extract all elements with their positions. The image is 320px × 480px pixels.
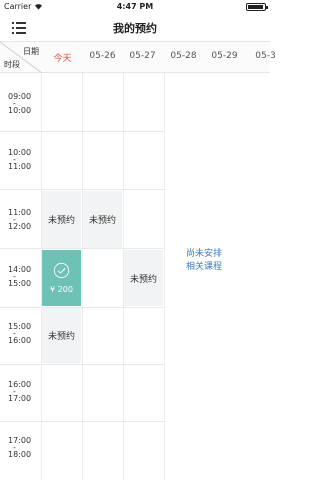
time-axis-label: 时段 <box>4 60 20 69</box>
row-divider <box>0 189 164 190</box>
day-tab-0530[interactable]: 05-3 <box>245 51 286 61</box>
day-tab-0526[interactable]: 05-26 <box>82 51 123 61</box>
date-header-row: 日期 时段 今天 05-26 05-27 05-28 05-29 05-3 <box>0 42 276 73</box>
schedule-grid: 09:00-10:00 10:00-11:00 11:00-12:00 14:0… <box>0 73 270 480</box>
column-divider <box>82 73 83 480</box>
page-title: 我的预约 <box>113 22 157 35</box>
no-course-line1: 尚未安排 <box>185 249 222 259</box>
column-divider <box>164 73 165 480</box>
time-slot-label: 10:00-11:00 <box>8 148 32 171</box>
row-divider <box>0 131 164 132</box>
slot-today-1400-booked[interactable]: ¥ 200 <box>42 250 81 306</box>
slot-0527-1400[interactable]: 未预约 <box>124 250 163 306</box>
day-tab-0527[interactable]: 05-27 <box>122 51 163 61</box>
time-slot-label: 09:00-10:00 <box>8 92 32 115</box>
day-tab-today[interactable]: 今天 <box>42 51 83 64</box>
status-time: 4:47 PM <box>116 2 154 11</box>
day-tab-0529[interactable]: 05-29 <box>204 51 245 61</box>
time-slot-label: 15:00-16:00 <box>8 322 32 345</box>
time-slot-label: 17:00-18:00 <box>8 436 32 459</box>
header-corner: 日期 时段 <box>0 42 42 73</box>
time-slot-label: 16:00-17:00 <box>8 380 32 403</box>
slot-0526-1100[interactable]: 未预约 <box>83 191 122 248</box>
date-axis-label: 日期 <box>23 47 39 56</box>
slot-today-1100[interactable]: 未预约 <box>42 191 81 248</box>
row-divider <box>0 248 164 249</box>
check-circle-icon <box>53 262 70 279</box>
no-course-message: 尚未安排 相关课程 <box>166 248 242 274</box>
time-slot-label: 11:00-12:00 <box>8 208 32 231</box>
day-tab-0528[interactable]: 05-28 <box>163 51 204 61</box>
row-divider <box>0 421 164 422</box>
no-course-line2: 相关课程 <box>185 262 222 272</box>
row-divider <box>0 307 164 308</box>
nav-bar: 我的预约 <box>0 14 270 42</box>
row-divider <box>0 364 164 365</box>
battery-icon <box>246 3 268 11</box>
status-bar: Carrier 4:47 PM <box>0 0 270 14</box>
slot-price: ¥ 200 <box>50 285 73 294</box>
time-slot-label: 14:00-15:00 <box>8 265 32 288</box>
slot-today-1500[interactable]: 未预约 <box>42 308 81 363</box>
